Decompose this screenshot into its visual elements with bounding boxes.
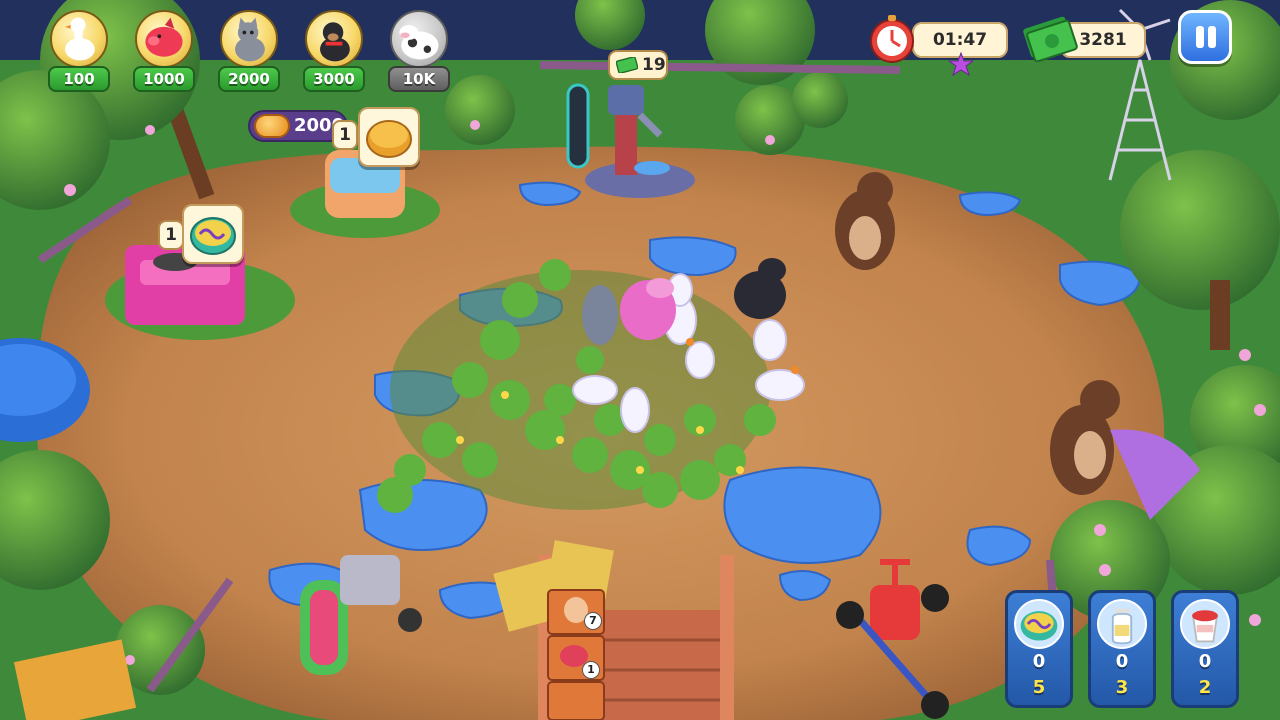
goose-icon <box>50 10 108 68</box>
shop-dog-price: 3000 <box>303 66 365 92</box>
meat-count-badge: 1 <box>582 661 600 679</box>
noodle-icon <box>1014 599 1064 649</box>
noodle-product-card[interactable] <box>182 204 244 264</box>
cookie-icon <box>366 120 412 158</box>
goal-noodles-have: 0 <box>1032 651 1046 672</box>
shop-cow-button[interactable]: 10K <box>388 10 450 94</box>
pause-button[interactable] <box>1178 10 1232 64</box>
timer-value: 01:47 <box>932 30 988 50</box>
shop-goose-price: 100 <box>48 66 110 92</box>
well-cost-badge[interactable]: 19 <box>608 50 668 80</box>
shop-goose-button[interactable]: 100 <box>48 10 110 94</box>
shop-cat-button[interactable]: 2000 <box>218 10 280 94</box>
cat-icon <box>220 10 278 68</box>
pig-icon <box>135 10 193 68</box>
goal-yogurt-have: 0 <box>1198 651 1212 672</box>
goal-yogurt-slot[interactable]: 0 2 <box>1171 590 1239 708</box>
machine-queue-count: 1 <box>158 220 184 250</box>
coin-icon <box>254 114 290 138</box>
bakery-queue-count: 1 <box>332 120 358 150</box>
star-icon <box>948 52 974 76</box>
shop-pig-price: 1000 <box>133 66 195 92</box>
cash-icon <box>1023 16 1078 62</box>
goal-milk-slot[interactable]: 0 3 <box>1088 590 1156 708</box>
dog-icon <box>305 10 363 68</box>
product-crate <box>547 589 605 720</box>
goal-noodles-slot[interactable]: 0 5 <box>1005 590 1073 708</box>
stopwatch-icon <box>870 15 914 63</box>
cow-icon <box>390 10 448 68</box>
cash-icon <box>616 57 638 73</box>
goal-noodles-target: 5 <box>1032 677 1046 698</box>
milk-bottle-icon <box>1097 599 1147 649</box>
egg-count-badge: 7 <box>584 612 602 630</box>
shop-cow-price: 10K <box>388 66 450 92</box>
money-value: 3281 <box>1079 30 1127 50</box>
goal-yogurt-target: 2 <box>1198 677 1212 698</box>
noodle-icon <box>190 217 236 255</box>
shop-cat-price: 2000 <box>218 66 280 92</box>
goal-milk-have: 0 <box>1115 651 1129 672</box>
shop-dog-button[interactable]: 3000 <box>303 10 365 94</box>
yogurt-icon <box>1180 599 1230 649</box>
goal-milk-target: 3 <box>1115 677 1129 698</box>
well-cost-value: 19 <box>642 55 666 75</box>
shop-pig-button[interactable]: 1000 <box>133 10 195 94</box>
bakery-product-card[interactable] <box>358 107 420 167</box>
